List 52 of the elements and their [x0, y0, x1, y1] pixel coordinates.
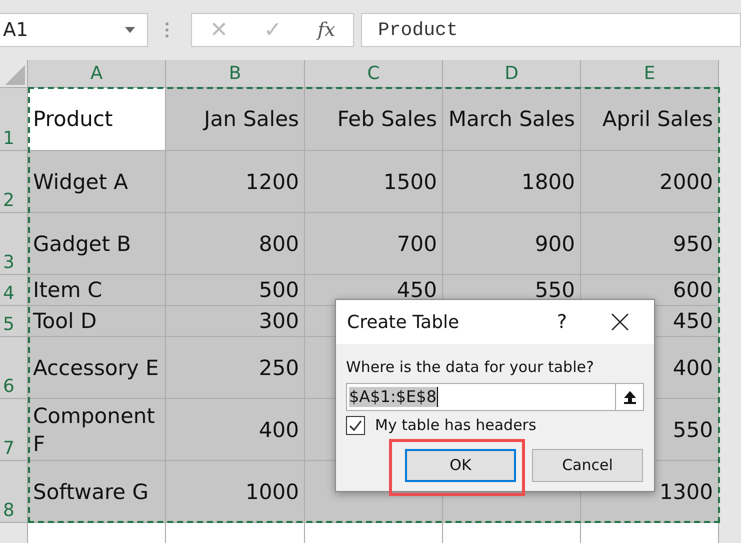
- table-cell: 950: [581, 213, 719, 275]
- table-cell: 2000: [581, 151, 719, 213]
- name-box[interactable]: A1: [0, 13, 148, 47]
- table-cell: 1000: [166, 461, 305, 523]
- table-cell: 1500: [305, 151, 443, 213]
- table-cell: 1800: [443, 151, 581, 213]
- collapse-dialog-icon[interactable]: [622, 390, 636, 404]
- column-header[interactable]: B: [166, 60, 305, 88]
- table-cell: Jan Sales: [166, 88, 305, 151]
- insert-function-button[interactable]: fx: [318, 16, 336, 44]
- checkbox-label: My table has headers: [375, 416, 536, 434]
- table-cell: 500: [166, 275, 305, 306]
- table-cell: 700: [305, 213, 443, 275]
- row-header[interactable]: 7: [0, 399, 28, 461]
- row-header[interactable]: 2: [0, 151, 28, 213]
- table-cell: 1200: [166, 151, 305, 213]
- row-header[interactable]: 4: [0, 275, 28, 306]
- dialog-title: Create Table: [347, 310, 460, 334]
- column-header[interactable]: A: [28, 60, 166, 88]
- table-cell: Widget A: [28, 151, 166, 213]
- column-header[interactable]: D: [443, 60, 581, 88]
- caret-icon: [125, 27, 135, 33]
- row-header[interactable]: 1: [0, 88, 28, 151]
- cancel-button[interactable]: Cancel: [532, 448, 643, 482]
- table-cell: Feb Sales: [305, 88, 443, 151]
- table-cell: Tool D: [28, 306, 166, 337]
- table-cell: 250: [166, 337, 305, 399]
- table-cell: Item C: [28, 275, 166, 306]
- table-cell: Product: [28, 88, 166, 151]
- close-icon[interactable]: [611, 313, 629, 331]
- range-field[interactable]: $A$1:$E$8: [346, 382, 644, 410]
- column-header[interactable]: E: [581, 60, 719, 88]
- table-cell: Gadget B: [28, 213, 166, 275]
- drag-handle-icon[interactable]: [165, 22, 169, 38]
- check-icon: [349, 420, 362, 430]
- formula-field[interactable]: Product: [361, 13, 741, 47]
- row-header[interactable]: 8: [0, 461, 28, 523]
- column-header[interactable]: C: [305, 60, 443, 88]
- table-cell: Component F: [28, 399, 166, 461]
- table-cell: 800: [166, 213, 305, 275]
- row-header[interactable]: 3: [0, 213, 28, 275]
- corner-triangle-icon: [5, 65, 25, 85]
- ok-button[interactable]: OK: [405, 448, 516, 482]
- row-header[interactable]: 5: [0, 306, 28, 337]
- table-cell: 400: [166, 399, 305, 461]
- table-cell: March Sales: [443, 88, 581, 151]
- help-button[interactable]: ?: [556, 308, 567, 336]
- table-cell: Accessory E: [28, 337, 166, 399]
- table-cell: 900: [443, 213, 581, 275]
- table-cell: 300: [166, 306, 305, 337]
- row-header[interactable]: 6: [0, 337, 28, 399]
- headers-checkbox[interactable]: [346, 416, 365, 434]
